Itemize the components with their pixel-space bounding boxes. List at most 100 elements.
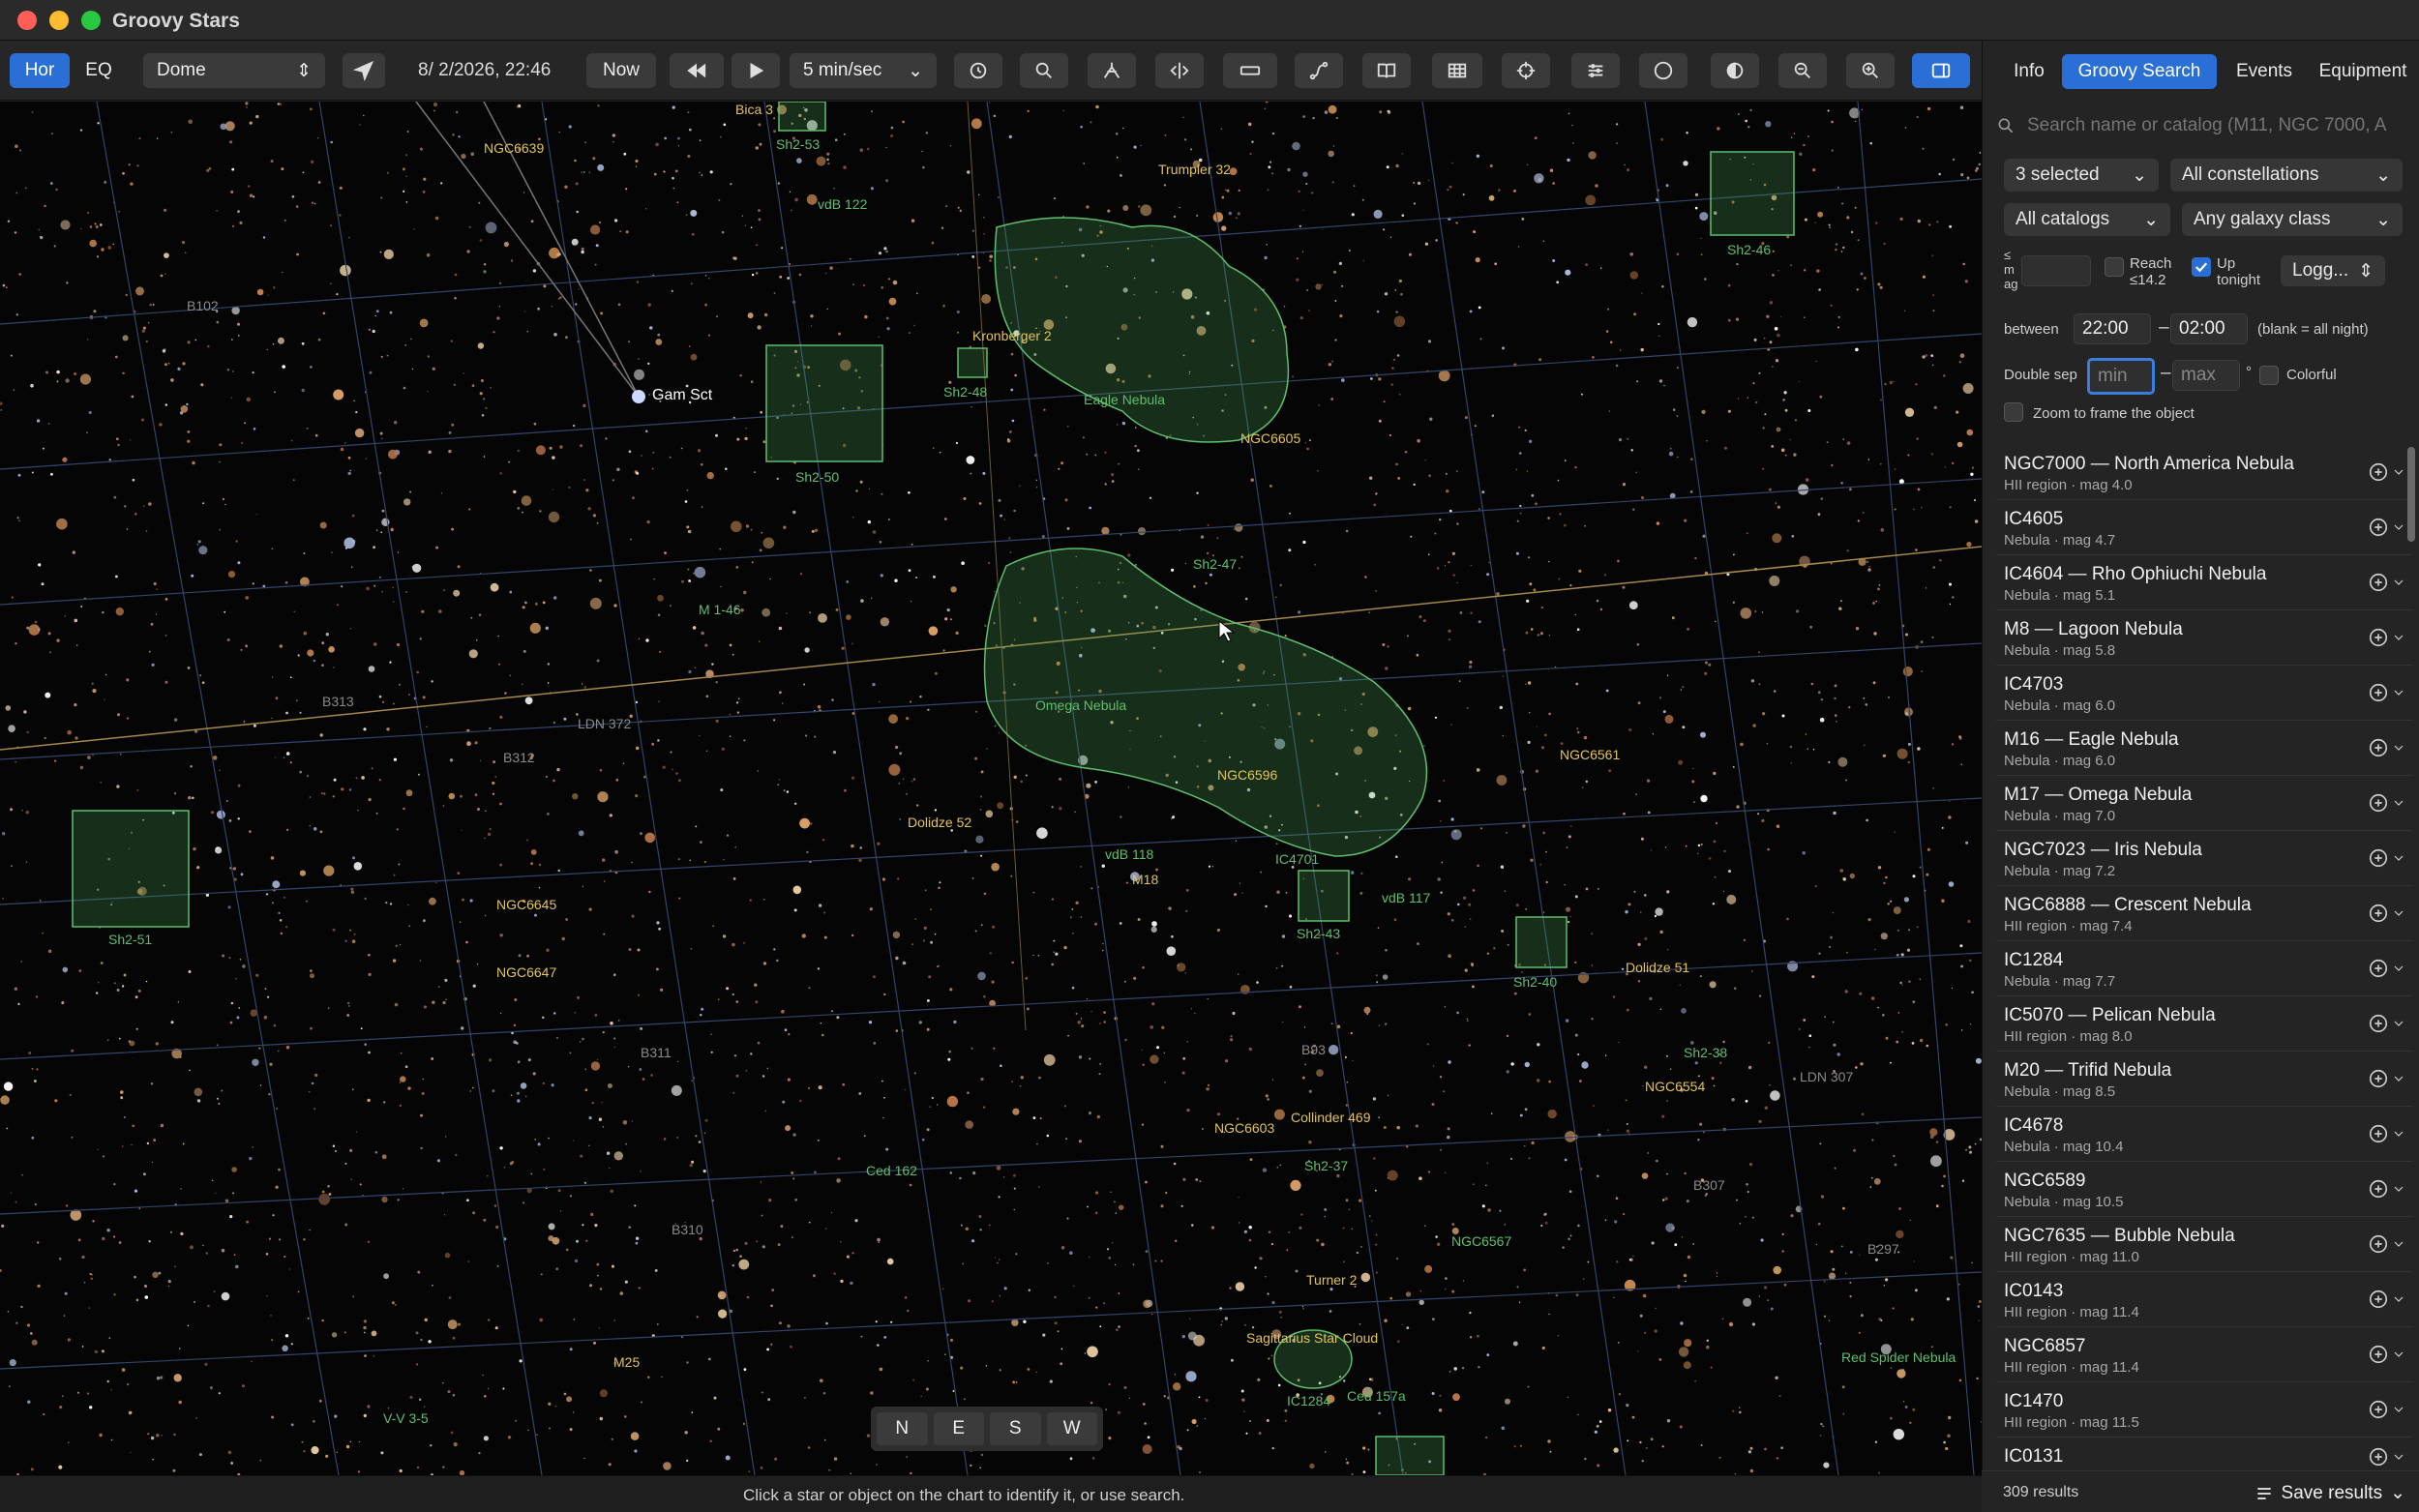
result-row[interactable]: IC1284 Nebula · mag 7.7: [1996, 941, 2412, 996]
add-circle-icon[interactable]: [2368, 572, 2389, 593]
sky-label[interactable]: Sh2-50: [795, 469, 839, 485]
equatorial-mode-button[interactable]: EQ: [74, 53, 124, 88]
chevron-down-icon[interactable]: [2391, 1071, 2406, 1086]
chevron-down-icon[interactable]: [2391, 1181, 2406, 1197]
chevron-down-icon[interactable]: [2391, 795, 2406, 811]
sky-label[interactable]: Sh2-38: [1684, 1045, 1727, 1060]
double-sep-max-field[interactable]: max: [2172, 360, 2240, 391]
sky-chart-canvas[interactable]: [0, 102, 1982, 1475]
sky-label[interactable]: NGC6596: [1217, 767, 1277, 783]
result-row[interactable]: NGC7023 — Iris Nebula Nebula · mag 7.2: [1996, 831, 2412, 886]
sh2-box[interactable]: [1375, 1436, 1445, 1475]
double-sep-min-field[interactable]: min: [2087, 358, 2155, 395]
more-button[interactable]: [1639, 53, 1687, 88]
sh2-50-box[interactable]: [765, 344, 883, 462]
add-circle-icon[interactable]: [2368, 1446, 2389, 1468]
tab-groovy-search[interactable]: Groovy Search: [2062, 54, 2217, 89]
sky-label[interactable]: vdB 117: [1382, 890, 1430, 905]
catalog-filter-select[interactable]: All catalogs ⌄: [2004, 203, 2170, 236]
sky-label[interactable]: IC1284: [1287, 1393, 1330, 1408]
rewind-button[interactable]: [670, 53, 724, 88]
up-tonight-checkbox[interactable]: [2192, 257, 2211, 277]
sh2-46-box[interactable]: [1710, 151, 1795, 236]
book-button[interactable]: [1362, 53, 1411, 88]
sky-label[interactable]: Sh2-53: [776, 136, 820, 152]
result-row[interactable]: M16 — Eagle Nebula Nebula · mag 6.0: [1996, 721, 2412, 776]
sky-label[interactable]: Sh2-37: [1304, 1158, 1348, 1173]
chevron-down-icon[interactable]: [2391, 1291, 2406, 1307]
sh2-53-box[interactable]: [778, 102, 826, 132]
table-button[interactable]: [1432, 53, 1482, 88]
search-button[interactable]: [1020, 53, 1068, 88]
chevron-down-icon[interactable]: [2391, 1449, 2406, 1465]
save-results-button[interactable]: Save results ⌄: [2255, 1482, 2405, 1504]
sky-label[interactable]: V-V 3-5: [383, 1410, 429, 1426]
result-row[interactable]: M20 — Trifid Nebula Nebula · mag 8.5: [1996, 1052, 2412, 1107]
chevron-down-icon[interactable]: [2391, 1016, 2406, 1031]
add-circle-icon[interactable]: [2368, 847, 2389, 869]
search-input[interactable]: [2027, 110, 2404, 141]
result-row[interactable]: IC0143 HII region · mag 11.4: [1996, 1272, 2412, 1327]
sky-label[interactable]: Dolidze 52: [908, 815, 971, 830]
sky-chart[interactable]: Gam Sct NGC6639 Bica 3 Sh2-53 vdB 122 Tr…: [0, 102, 1982, 1475]
compass-south-button[interactable]: S: [990, 1412, 1041, 1445]
reach-checkbox[interactable]: [2105, 257, 2124, 277]
add-circle-icon[interactable]: [2368, 903, 2389, 924]
sky-label[interactable]: Trumpler 32: [1158, 162, 1231, 177]
sh2-40-box[interactable]: [1515, 916, 1568, 968]
minimize-window-button[interactable]: [49, 11, 69, 30]
result-row[interactable]: IC4678 Nebula · mag 10.4: [1996, 1107, 2412, 1162]
sky-label[interactable]: Sh2-47: [1193, 556, 1237, 572]
crosshair-button[interactable]: [1502, 53, 1550, 88]
sh2-51-box[interactable]: [72, 810, 190, 928]
sky-label[interactable]: Sh2-46: [1727, 242, 1771, 257]
add-circle-icon[interactable]: [2368, 1123, 2389, 1144]
sky-label[interactable]: Sh2-40: [1513, 974, 1557, 990]
sky-label[interactable]: Sagittarius Star Cloud: [1246, 1330, 1378, 1346]
result-row[interactable]: IC4605 Nebula · mag 4.7: [1996, 500, 2412, 555]
locate-button[interactable]: [343, 53, 385, 88]
tab-info[interactable]: Info: [2002, 54, 2056, 89]
sky-label[interactable]: M18: [1132, 872, 1158, 887]
add-circle-icon[interactable]: [2368, 517, 2389, 538]
sky-label[interactable]: Gam Sct: [652, 387, 712, 404]
sky-label[interactable]: B102: [187, 298, 219, 313]
colorful-checkbox[interactable]: [2259, 366, 2279, 385]
result-row[interactable]: NGC7000 — North America Nebula HII region…: [1996, 445, 2412, 500]
sky-label[interactable]: B297: [1867, 1241, 1899, 1257]
chevron-down-icon[interactable]: [2391, 1236, 2406, 1252]
sky-label[interactable]: NGC6554: [1645, 1079, 1705, 1094]
history-button[interactable]: [954, 53, 1002, 88]
horizontal-mode-button[interactable]: Hor: [10, 53, 70, 88]
chevron-down-icon[interactable]: [2391, 1126, 2406, 1141]
sky-label[interactable]: M25: [613, 1354, 640, 1370]
chevron-down-icon[interactable]: [2391, 464, 2406, 480]
sky-label[interactable]: Omega Nebula: [1035, 697, 1126, 713]
chevron-down-icon[interactable]: [2391, 685, 2406, 700]
sky-label[interactable]: B310: [672, 1222, 703, 1237]
chevron-down-icon[interactable]: [2391, 961, 2406, 976]
mag-limit-field[interactable]: [2021, 255, 2091, 286]
zoom-window-button[interactable]: [81, 11, 101, 30]
add-circle-icon[interactable]: [2368, 737, 2389, 758]
chevron-down-icon[interactable]: [2391, 630, 2406, 645]
sky-label[interactable]: Ced 162: [866, 1163, 917, 1178]
sliders-button[interactable]: [1571, 53, 1620, 88]
close-window-button[interactable]: [17, 11, 37, 30]
result-row[interactable]: IC4703 Nebula · mag 6.0: [1996, 666, 2412, 721]
tab-events[interactable]: Events: [2226, 54, 2302, 89]
sky-label[interactable]: NGC6567: [1451, 1233, 1511, 1249]
result-row[interactable]: NGC6857 HII region · mag 11.4: [1996, 1327, 2412, 1382]
constellation-filter-select[interactable]: All constellations ⌄: [2170, 159, 2403, 192]
sky-label[interactable]: B307: [1693, 1177, 1725, 1193]
sky-label[interactable]: B313: [322, 694, 354, 709]
play-button[interactable]: [732, 53, 780, 88]
chevron-down-icon[interactable]: [2391, 519, 2406, 535]
add-circle-icon[interactable]: [2368, 958, 2389, 979]
result-row[interactable]: IC4604 — Rho Ophiuchi Nebula Nebula · mag…: [1996, 555, 2412, 610]
sky-label[interactable]: Sh2-51: [108, 932, 152, 947]
sh2-48-box[interactable]: [957, 347, 988, 378]
sky-label[interactable]: vdB 122: [818, 196, 867, 212]
night-mode-button[interactable]: [1711, 53, 1759, 88]
add-circle-icon[interactable]: [2368, 627, 2389, 648]
